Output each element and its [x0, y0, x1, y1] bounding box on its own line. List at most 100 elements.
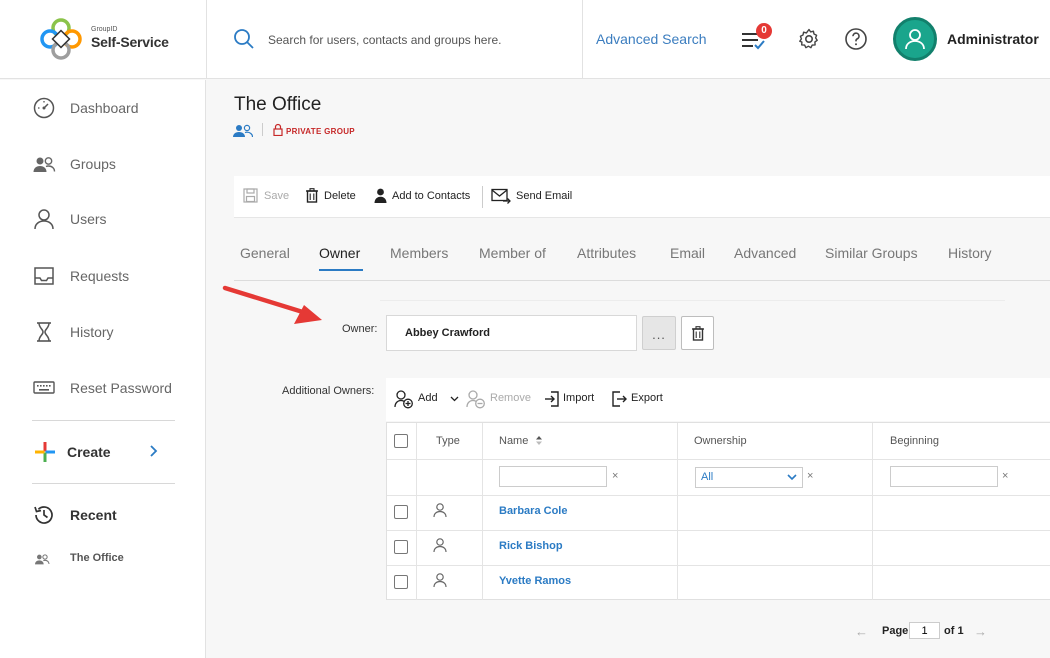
hourglass-icon	[37, 322, 51, 342]
user-icon	[433, 573, 447, 587]
tab-advanced[interactable]: Advanced	[734, 245, 796, 261]
remove-label: Remove	[490, 392, 531, 404]
user-avatar-icon	[905, 29, 925, 50]
column-header-beginning[interactable]: Beginning	[890, 435, 939, 447]
username[interactable]: Administrator	[947, 31, 1039, 47]
add-owner-button[interactable]: Add	[394, 389, 459, 409]
row-checkbox[interactable]	[394, 505, 408, 519]
select-all-checkbox[interactable]	[394, 434, 408, 448]
sidebar-item-requests[interactable]: Requests	[0, 256, 205, 296]
tab-member-of[interactable]: Member of	[479, 245, 546, 261]
page-number-input[interactable]	[909, 622, 940, 639]
owner-name-link[interactable]: Rick Bishop	[499, 540, 563, 552]
recent-item-the-office[interactable]: The Office	[0, 539, 205, 579]
divider	[262, 123, 263, 136]
grid-line	[872, 423, 873, 600]
sidebar-item-users[interactable]: Users	[0, 199, 205, 239]
advanced-search-link[interactable]: Advanced Search	[596, 31, 707, 47]
export-icon	[612, 391, 627, 407]
grid-line	[416, 423, 417, 600]
clear-name-filter-button[interactable]: ×	[612, 470, 618, 482]
divider	[582, 0, 583, 79]
recent-icon	[34, 506, 53, 524]
active-tab-indicator	[319, 269, 363, 271]
import-button[interactable]: Import	[544, 389, 600, 409]
add-to-contacts-label: Add to Contacts	[392, 190, 471, 202]
groups-icon	[35, 554, 50, 565]
column-header-ownership[interactable]: Ownership	[694, 435, 747, 447]
add-label: Add	[418, 392, 438, 404]
divider	[206, 0, 207, 79]
save-button[interactable]: Save	[243, 188, 291, 206]
export-label: Export	[631, 392, 663, 404]
group-type-icon	[233, 124, 253, 137]
owner-name-link[interactable]: Yvette Ramos	[499, 575, 571, 587]
delete-label: Delete	[324, 190, 356, 202]
column-header-name[interactable]: Name	[499, 435, 543, 447]
grid-line	[387, 530, 1050, 531]
create-label: Create	[67, 444, 111, 460]
grid-line	[387, 459, 1050, 460]
tab-email[interactable]: Email	[670, 245, 705, 261]
add-to-contacts-button[interactable]: Add to Contacts	[374, 188, 476, 206]
clear-beginning-filter-button[interactable]: ×	[1002, 470, 1008, 482]
import-icon	[545, 391, 559, 407]
sidebar-item-history[interactable]: History	[0, 312, 205, 352]
grid-line	[387, 565, 1050, 566]
export-button[interactable]: Export	[611, 389, 667, 409]
column-header-type[interactable]: Type	[436, 435, 460, 447]
search-icon[interactable]	[233, 28, 255, 50]
divider	[32, 483, 175, 484]
beginning-filter-input[interactable]	[890, 466, 998, 487]
tab-history[interactable]: History	[948, 245, 992, 261]
tab-members[interactable]: Members	[390, 245, 448, 261]
previous-page-button[interactable]: ←	[855, 624, 868, 639]
user-icon	[433, 538, 447, 552]
tab-similar-groups[interactable]: Similar Groups	[825, 245, 918, 261]
inbox-icon	[34, 267, 54, 285]
remove-owner-button[interactable]	[681, 316, 714, 350]
send-email-button[interactable]: Send Email	[491, 188, 575, 206]
add-user-icon	[394, 390, 413, 409]
tab-general[interactable]: General	[240, 245, 290, 261]
additional-owners-grid: Type Name Ownership Beginning × All × × …	[386, 422, 1050, 600]
create-menu[interactable]: Create	[0, 431, 205, 471]
avatar[interactable]	[893, 17, 937, 61]
next-page-button[interactable]: →	[974, 624, 987, 639]
sidebar-item-label: Reset Password	[70, 380, 172, 396]
search-input[interactable]	[262, 26, 562, 54]
tab-owner[interactable]: Owner	[319, 245, 360, 261]
chevron-down-icon	[787, 474, 797, 481]
sidebar-item-groups[interactable]: Groups	[0, 144, 205, 184]
divider	[380, 300, 1005, 301]
delete-button[interactable]: Delete	[305, 188, 361, 206]
trash-icon	[306, 188, 318, 203]
recent-item-label: The Office	[70, 552, 124, 564]
clear-ownership-filter-button[interactable]: ×	[807, 470, 813, 482]
import-label: Import	[563, 392, 595, 404]
divider	[482, 186, 483, 208]
tab-attributes[interactable]: Attributes	[577, 245, 636, 261]
sidebar-item-label: Groups	[70, 156, 116, 172]
remove-owner-button[interactable]: Remove	[466, 389, 531, 409]
sidebar-item-dashboard[interactable]: Dashboard	[0, 88, 205, 128]
trash-icon	[692, 326, 704, 341]
row-checkbox[interactable]	[394, 575, 408, 589]
annotation-arrow-icon	[222, 285, 322, 324]
user-icon	[34, 209, 54, 230]
logo[interactable]: GroupID Self-Service	[38, 16, 208, 62]
row-checkbox[interactable]	[394, 540, 408, 554]
owner-field[interactable]: Abbey Crawford	[386, 315, 637, 351]
owner-label: Owner:	[342, 323, 378, 335]
sidebar-item-reset-password[interactable]: Reset Password	[0, 368, 205, 408]
plus-icon	[35, 442, 55, 462]
groups-icon	[33, 157, 56, 172]
remove-user-icon	[466, 390, 485, 409]
ownership-filter-select[interactable]: All	[695, 467, 803, 488]
browse-owner-button[interactable]: ...	[642, 316, 676, 350]
help-icon[interactable]	[844, 27, 868, 51]
name-filter-input[interactable]	[499, 466, 607, 487]
owner-name-link[interactable]: Barbara Cole	[499, 505, 567, 517]
action-toolbar: Save Delete Add to Contacts Send Email	[234, 176, 1050, 218]
gear-icon[interactable]	[797, 27, 821, 51]
